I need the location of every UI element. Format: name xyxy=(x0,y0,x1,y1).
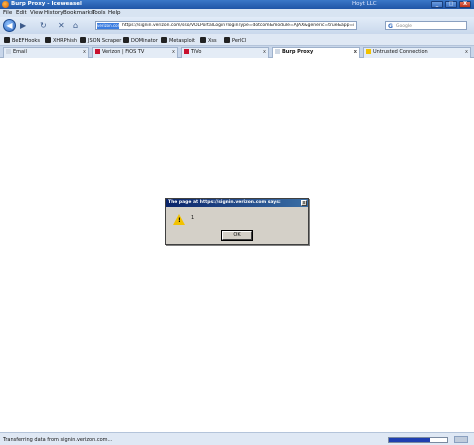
window-holder-label: Hoyt LLC xyxy=(352,1,377,7)
forward-button[interactable]: ▶ xyxy=(20,21,26,30)
alert-dialog: The page at https://signin.verizon.com s… xyxy=(165,198,309,245)
dialog-message: 1 xyxy=(191,215,195,221)
menu-tools[interactable]: Tools xyxy=(92,10,106,16)
tab-tivo[interactable]: TiVo x xyxy=(181,47,269,58)
back-button[interactable]: ◀ xyxy=(3,19,16,32)
menu-file[interactable]: File xyxy=(3,10,12,16)
bookmark-icon xyxy=(4,37,10,43)
bookmark-icon xyxy=(123,37,129,43)
url-bar[interactable]: verizon.com https://signin.verizon.com/s… xyxy=(95,21,357,30)
bookmark-item[interactable]: Metasploit xyxy=(161,37,195,45)
resize-grip[interactable] xyxy=(454,436,468,443)
menu-help[interactable]: Help xyxy=(108,10,121,16)
tab-bar: Email x Verizon | FiOS TV x TiVo x Burp … xyxy=(0,46,474,58)
bookmark-icon xyxy=(224,37,230,43)
tab-close-icon[interactable]: x xyxy=(83,48,86,57)
tab-email[interactable]: Email x xyxy=(3,47,89,58)
page-icon xyxy=(6,49,11,54)
bookmark-item[interactable]: Xss xyxy=(200,37,217,45)
menu-history[interactable]: History xyxy=(44,10,64,16)
site-identity-button[interactable]: verizon.com xyxy=(97,23,121,29)
search-box[interactable]: G Google xyxy=(385,21,467,30)
minimize-button[interactable]: _ xyxy=(431,1,443,8)
search-input[interactable]: Google xyxy=(396,23,412,30)
warning-icon: ! xyxy=(173,214,185,225)
bookmark-item[interactable]: XHRPhish xyxy=(45,37,77,45)
dialog-title: The page at https://signin.verizon.com s… xyxy=(166,199,308,207)
url-text[interactable]: https://signin.verizon.com/sso/VOLPortal… xyxy=(122,23,354,28)
tab-burp-proxy[interactable]: Burp Proxy x xyxy=(272,47,360,58)
reload-button[interactable]: ↻ xyxy=(40,21,47,30)
navigation-toolbar: ◀ ▶ ↻ ✕ ⌂ verizon.com https://signin.ver… xyxy=(0,17,474,34)
bookmark-item[interactable]: JSON Scraper xyxy=(80,37,121,45)
stop-button[interactable]: ✕ xyxy=(58,21,65,30)
menu-edit[interactable]: Edit xyxy=(16,10,27,16)
home-button[interactable]: ⌂ xyxy=(73,21,78,30)
close-window-button[interactable]: X xyxy=(459,1,471,8)
bookmark-item[interactable]: BeEFHooks xyxy=(4,37,40,45)
tab-close-icon[interactable]: x xyxy=(354,48,357,57)
google-icon[interactable]: G xyxy=(388,23,393,30)
status-text: Transferring data from signin.verizon.co… xyxy=(3,437,113,443)
bookmark-icon xyxy=(200,37,206,43)
window-title: Burp Proxy - Iceweasel xyxy=(11,1,82,7)
menu-view[interactable]: View xyxy=(30,10,43,16)
verizon-icon xyxy=(95,49,100,54)
maximize-button[interactable]: □ xyxy=(445,1,457,8)
bookmarks-toolbar: BeEFHooks XHRPhish JSON Scraper DOMinato… xyxy=(0,34,474,46)
window-titlebar: Burp Proxy - Iceweasel Hoyt LLC _ □ X xyxy=(0,0,474,9)
bookmark-icon xyxy=(80,37,86,43)
status-bar: Transferring data from signin.verizon.co… xyxy=(0,432,474,445)
verizon-icon xyxy=(184,49,189,54)
bookmark-item[interactable]: DOMinator xyxy=(123,37,158,45)
dialog-close-button[interactable]: x xyxy=(301,200,307,206)
warning-icon xyxy=(366,49,371,54)
menu-bar: File Edit View History Bookmarks Tools H… xyxy=(0,9,474,17)
tab-untrusted-connection[interactable]: Untrusted Connection x xyxy=(363,47,471,58)
tab-close-icon[interactable]: x xyxy=(465,48,468,57)
bookmark-icon xyxy=(45,37,51,43)
menu-bookmarks[interactable]: Bookmarks xyxy=(63,10,94,16)
tab-verizon-fios[interactable]: Verizon | FiOS TV x xyxy=(92,47,178,58)
tab-close-icon[interactable]: x xyxy=(263,48,266,57)
bookmark-icon xyxy=(161,37,167,43)
tab-close-icon[interactable]: x xyxy=(172,48,175,57)
page-content xyxy=(0,58,474,432)
progress-fill xyxy=(389,438,430,442)
progress-bar xyxy=(388,437,448,443)
ok-button[interactable]: OK xyxy=(221,230,253,241)
bookmark-item[interactable]: PerlCl xyxy=(224,37,246,45)
browser-icon xyxy=(2,1,9,8)
page-icon xyxy=(275,49,280,54)
